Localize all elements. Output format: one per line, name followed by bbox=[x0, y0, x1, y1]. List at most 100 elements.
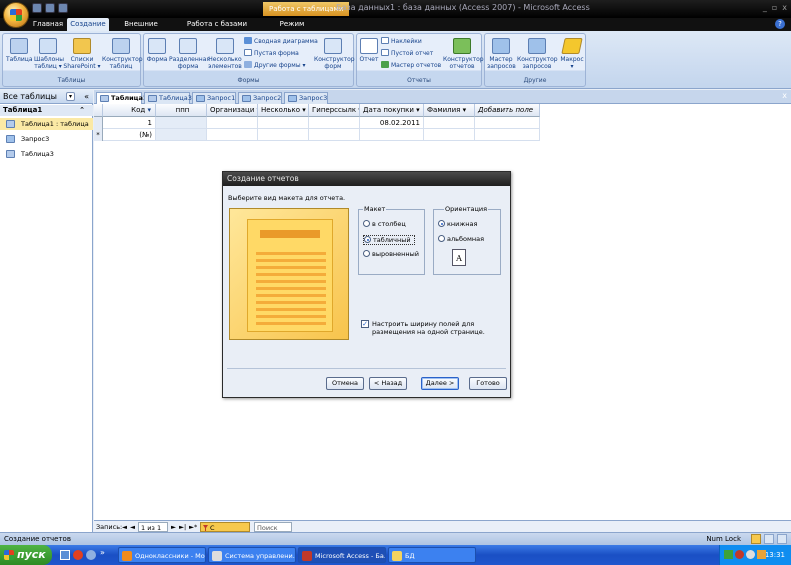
layout-option-columnar[interactable]: в столбец bbox=[363, 220, 406, 228]
multiple-items-button[interactable]: Несколько элементов bbox=[208, 38, 242, 70]
tab-create[interactable]: Создание bbox=[67, 18, 109, 31]
office-button[interactable] bbox=[3, 2, 29, 28]
cell-surname[interactable] bbox=[424, 117, 475, 129]
new-row-add-field[interactable] bbox=[475, 129, 540, 141]
datasheet-view-icon[interactable] bbox=[751, 534, 761, 544]
task-odnoklassniki[interactable]: Одноклассники - Мо... bbox=[118, 547, 206, 563]
quicklaunch-more-icon[interactable]: » bbox=[100, 548, 105, 557]
cell-kod[interactable]: 1 bbox=[103, 117, 156, 129]
column-header-purchase-date[interactable]: Дата покупки ▾ bbox=[360, 104, 424, 117]
orientation-portrait[interactable]: книжная bbox=[438, 220, 477, 228]
select-all-corner[interactable] bbox=[94, 104, 103, 117]
pivot-view-icon[interactable] bbox=[764, 534, 774, 544]
chevron-down-icon[interactable]: ▾ bbox=[66, 92, 75, 101]
column-header-surname[interactable]: Фамилия ▾ bbox=[424, 104, 475, 117]
layout-option-justified[interactable]: выровненный bbox=[363, 250, 419, 258]
column-header-hyperlink[interactable]: Гиперссылк ▾ bbox=[309, 104, 360, 117]
layout-option-tabular[interactable]: табличный bbox=[363, 235, 415, 245]
doc-tab-query2[interactable]: Запрос2 bbox=[238, 92, 282, 104]
task-bd-folder[interactable]: БД bbox=[388, 547, 476, 563]
report-button[interactable]: Отчет bbox=[359, 38, 379, 63]
table-templates-button[interactable]: Шаблоны таблиц ▾ bbox=[34, 38, 64, 70]
close-window-button[interactable]: x bbox=[782, 3, 787, 12]
search-input[interactable]: Поиск bbox=[254, 522, 292, 532]
network-icon[interactable] bbox=[746, 550, 755, 559]
row-selector[interactable] bbox=[94, 117, 103, 129]
redo-icon[interactable] bbox=[58, 3, 68, 13]
pivot-chart-button[interactable]: Сводная диаграмма bbox=[244, 37, 318, 46]
new-row-multi[interactable] bbox=[258, 129, 309, 141]
volume-icon[interactable] bbox=[757, 550, 766, 559]
cancel-button[interactable]: Отмена bbox=[326, 377, 364, 390]
next-record-button[interactable]: ► bbox=[171, 522, 176, 532]
new-record-button[interactable]: ►* bbox=[189, 522, 197, 532]
finish-button[interactable]: Готово bbox=[469, 377, 507, 390]
new-row-organization[interactable] bbox=[207, 129, 258, 141]
collapse-group-icon[interactable]: ⌃ bbox=[79, 105, 85, 116]
back-button[interactable]: < Назад bbox=[369, 377, 407, 390]
blank-form-button[interactable]: Пустая форма bbox=[244, 49, 299, 58]
cell-multi[interactable] bbox=[258, 117, 309, 129]
nav-item-table1[interactable]: Таблица1 : таблица bbox=[0, 118, 93, 130]
language-icon[interactable] bbox=[724, 550, 733, 559]
tab-datasheet[interactable]: Режим таблицы bbox=[266, 18, 318, 41]
more-forms-button[interactable]: Другие формы ▾ bbox=[244, 61, 306, 70]
doc-tab-query3[interactable]: Запрос3 bbox=[284, 92, 328, 104]
blank-report-button[interactable]: Пустой отчет bbox=[381, 49, 433, 58]
quicklaunch-opera-icon[interactable] bbox=[73, 550, 83, 560]
cell-hyperlink[interactable] bbox=[309, 117, 360, 129]
report-wizard-button[interactable]: Мастер отчетов bbox=[381, 61, 441, 70]
close-document-icon[interactable]: x bbox=[782, 91, 787, 100]
cell-ppp[interactable] bbox=[156, 117, 207, 129]
tab-database-tools[interactable]: Работа с базами данных bbox=[174, 18, 260, 41]
new-row-hyperlink[interactable] bbox=[309, 129, 360, 141]
help-icon[interactable]: ? bbox=[775, 19, 785, 29]
cell-add-field[interactable] bbox=[475, 117, 540, 129]
query-wizard-button[interactable]: Мастер запросов bbox=[487, 38, 516, 70]
new-row-ppp[interactable] bbox=[156, 129, 207, 141]
start-button[interactable]: пуск bbox=[0, 545, 52, 565]
doc-tab-table3[interactable]: Таблица3 bbox=[144, 92, 192, 104]
last-record-button[interactable]: ►| bbox=[179, 522, 186, 532]
sort-filter-icon[interactable]: ▾ bbox=[147, 106, 151, 114]
cell-purchase-date[interactable]: 08.02.2011 bbox=[360, 117, 424, 129]
sharepoint-lists-button[interactable]: Списки SharePoint ▾ bbox=[63, 38, 101, 70]
task-microsoft-access[interactable]: Microsoft Access - Ба... bbox=[298, 547, 386, 563]
new-row-selector[interactable]: * bbox=[94, 129, 103, 141]
first-record-button[interactable]: ◄ bbox=[122, 522, 127, 532]
filter-toggle[interactable]: С фильтром bbox=[200, 522, 250, 542]
report-design-button[interactable]: Конструктор отчетов bbox=[443, 38, 484, 70]
new-row-surname[interactable] bbox=[424, 129, 475, 141]
design-view-icon[interactable] bbox=[777, 534, 787, 544]
maximize-button[interactable]: ▫ bbox=[772, 3, 777, 12]
column-header-ppp[interactable]: ппп bbox=[156, 104, 207, 117]
orientation-landscape[interactable]: альбомная bbox=[438, 235, 484, 243]
prev-record-button[interactable]: ◄ bbox=[130, 522, 135, 532]
column-header-add-field[interactable]: Добавить поле bbox=[475, 104, 540, 117]
macro-button[interactable]: Макрос ▾ bbox=[559, 38, 585, 70]
form-button[interactable]: Форма bbox=[146, 38, 168, 63]
doc-tab-table1[interactable]: Таблица1 bbox=[96, 92, 147, 104]
nav-pane-header[interactable]: Все таблицы ▾ « bbox=[0, 90, 93, 104]
tab-home[interactable]: Главная bbox=[30, 18, 66, 31]
new-row-purchase-date[interactable] bbox=[360, 129, 424, 141]
next-button[interactable]: Далее > bbox=[421, 377, 459, 390]
task-control-system[interactable]: Система управлени... bbox=[208, 547, 296, 563]
nav-group-header[interactable]: Таблица1 ⌃ bbox=[0, 105, 93, 116]
column-header-multi[interactable]: Несколько ▾ bbox=[258, 104, 309, 117]
quicklaunch-browser-icon[interactable] bbox=[86, 550, 96, 560]
tray-app-icon[interactable] bbox=[735, 550, 744, 559]
labels-button[interactable]: Наклейки bbox=[381, 37, 422, 46]
tab-external-data[interactable]: Внешние данные bbox=[112, 18, 170, 41]
undo-icon[interactable] bbox=[45, 3, 55, 13]
collapse-pane-icon[interactable]: « bbox=[84, 90, 89, 104]
nav-item-table3[interactable]: Таблица3 bbox=[0, 148, 93, 160]
split-form-button[interactable]: Разделенная форма bbox=[169, 38, 210, 70]
fit-width-checkbox[interactable]: ✓ Настроить ширину полей для размещения н… bbox=[361, 320, 509, 336]
record-position-input[interactable]: 1 из 1 bbox=[138, 522, 168, 532]
minimize-button[interactable]: _ bbox=[763, 3, 767, 12]
form-design-button[interactable]: Конструктор форм bbox=[314, 38, 355, 70]
doc-tab-query1[interactable]: Запрос1 bbox=[192, 92, 236, 104]
column-header-kod[interactable]: Код ▾ bbox=[103, 104, 156, 117]
cell-organization[interactable] bbox=[207, 117, 258, 129]
